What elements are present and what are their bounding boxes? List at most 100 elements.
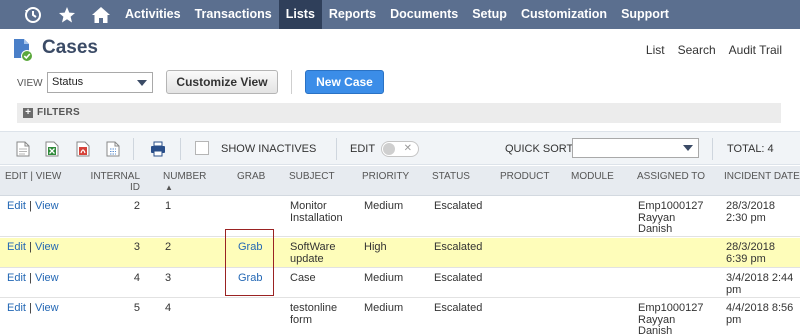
table-header: EDIT | VIEW INTERNAL ID NUMBER ▲ GRAB SU… bbox=[0, 166, 800, 196]
list-link[interactable]: List bbox=[646, 43, 665, 57]
total-count: TOTAL: 4 bbox=[727, 143, 774, 155]
cases-record-icon bbox=[12, 38, 34, 62]
link-separator: | bbox=[29, 302, 32, 314]
table-row: Edit | View 4 3 Grab Case Medium Escalat… bbox=[0, 269, 800, 298]
table-row: Edit | View 2 1 Monitor Installation Med… bbox=[0, 197, 800, 237]
col-number[interactable]: NUMBER bbox=[163, 171, 206, 182]
view-select[interactable]: Status bbox=[47, 72, 153, 93]
export-pdf-icon[interactable] bbox=[76, 141, 90, 157]
new-document-icon[interactable] bbox=[16, 141, 30, 157]
header-links: List Search Audit Trail bbox=[646, 43, 782, 57]
col-status[interactable]: STATUS bbox=[432, 171, 470, 182]
print-icon[interactable] bbox=[150, 141, 166, 157]
new-case-button[interactable]: New Case bbox=[305, 70, 384, 94]
col-module[interactable]: MODULE bbox=[571, 171, 614, 182]
link-separator: | bbox=[29, 241, 32, 253]
incident-date: 4/4/2018 8:56 pm bbox=[726, 302, 794, 326]
view-link[interactable]: View bbox=[35, 241, 59, 253]
col-incident-date[interactable]: INCIDENT DATE bbox=[724, 171, 800, 182]
status: Escalated bbox=[434, 241, 483, 253]
chevron-down-icon bbox=[137, 80, 147, 86]
incident-date: 3/4/2018 2:44 pm bbox=[726, 272, 794, 296]
case-number: 1 bbox=[165, 200, 172, 212]
col-subject[interactable]: SUBJECT bbox=[289, 171, 335, 182]
view-select-value: Status bbox=[52, 76, 84, 88]
quick-sort-label: QUICK SORT bbox=[505, 143, 574, 155]
incident-date: 28/3/2018 6:39 pm bbox=[726, 241, 775, 265]
incident-date: 28/3/2018 2:30 pm bbox=[726, 200, 775, 224]
sort-asc-icon: ▲ bbox=[165, 183, 173, 192]
col-internal-id[interactable]: INTERNAL ID bbox=[90, 171, 140, 193]
status: Escalated bbox=[434, 302, 483, 314]
col-product[interactable]: PRODUCT bbox=[500, 171, 549, 182]
nav-reports[interactable]: Reports bbox=[322, 0, 383, 29]
nav-documents[interactable]: Documents bbox=[383, 0, 465, 29]
row-actions: Edit | View bbox=[7, 200, 59, 213]
col-priority[interactable]: PRIORITY bbox=[362, 171, 409, 182]
case-number: 2 bbox=[165, 241, 172, 253]
assigned-to: Emp1000127 Rayyan Danish bbox=[638, 200, 704, 235]
priority: Medium bbox=[364, 302, 404, 314]
nav-transactions[interactable]: Transactions bbox=[188, 0, 279, 29]
export-csv-icon[interactable] bbox=[106, 141, 120, 157]
view-link[interactable]: View bbox=[35, 272, 59, 284]
view-label: VIEW bbox=[17, 78, 43, 89]
list-toolbar: SHOW INACTIVES EDIT ✕ QUICK SORT TOTAL: … bbox=[0, 131, 800, 165]
expand-plus-icon[interactable]: + bbox=[23, 108, 33, 118]
toggle-knob bbox=[383, 143, 395, 155]
view-link[interactable]: View bbox=[35, 200, 59, 212]
nav-setup[interactable]: Setup bbox=[465, 0, 514, 29]
show-inactives-label: SHOW INACTIVES bbox=[221, 143, 317, 155]
priority: Medium bbox=[364, 200, 404, 212]
quick-sort-select[interactable] bbox=[572, 138, 699, 158]
show-inactives-checkbox[interactable] bbox=[195, 141, 209, 155]
edit-link[interactable]: Edit bbox=[7, 200, 26, 212]
col-edit-view[interactable]: EDIT | VIEW bbox=[5, 171, 61, 182]
chevron-down-icon bbox=[683, 145, 693, 151]
page-title: Cases bbox=[42, 37, 98, 58]
nav-customization[interactable]: Customization bbox=[514, 0, 614, 29]
case-number: 4 bbox=[165, 302, 172, 314]
edit-toggle-label: EDIT bbox=[350, 143, 376, 155]
filters-bar[interactable]: + FILTERS bbox=[17, 103, 781, 123]
toolbar-divider bbox=[712, 138, 713, 160]
link-separator: | bbox=[29, 200, 32, 212]
table-row: Edit | View 5 4 testonline form Medium E… bbox=[0, 299, 800, 336]
internal-id: 3 bbox=[133, 241, 140, 253]
col-assigned-to[interactable]: ASSIGNED TO bbox=[637, 171, 705, 182]
toolbar-divider bbox=[180, 138, 181, 160]
nav-lists[interactable]: Lists bbox=[278, 0, 322, 29]
priority: Medium bbox=[364, 272, 404, 284]
home-icon[interactable] bbox=[84, 0, 118, 29]
priority: High bbox=[364, 241, 387, 253]
subject: Case bbox=[290, 272, 316, 284]
case-number: 3 bbox=[165, 272, 172, 284]
internal-id: 4 bbox=[133, 272, 140, 284]
nav-activities[interactable]: Activities bbox=[118, 0, 188, 29]
toolbar-divider bbox=[133, 138, 134, 160]
search-link[interactable]: Search bbox=[678, 43, 716, 57]
toolbar-divider bbox=[336, 138, 337, 160]
status: Escalated bbox=[434, 272, 483, 284]
row-actions: Edit | View bbox=[7, 272, 59, 285]
view-link[interactable]: View bbox=[35, 302, 59, 314]
nav-support[interactable]: Support bbox=[614, 0, 676, 29]
divider bbox=[291, 70, 292, 94]
close-icon: ✕ bbox=[403, 143, 412, 154]
subject: SoftWare update bbox=[290, 241, 336, 265]
subject: Monitor Installation bbox=[290, 200, 343, 224]
export-excel-icon[interactable] bbox=[45, 141, 59, 157]
filters-label: FILTERS bbox=[37, 107, 81, 118]
top-navigation-bar: Activities Transactions Lists Reports Do… bbox=[0, 0, 800, 29]
edit-toggle[interactable]: ✕ bbox=[381, 141, 419, 157]
customize-view-button[interactable]: Customize View bbox=[166, 70, 278, 94]
edit-link[interactable]: Edit bbox=[7, 302, 26, 314]
edit-link[interactable]: Edit bbox=[7, 272, 26, 284]
star-icon[interactable] bbox=[50, 0, 84, 29]
edit-link[interactable]: Edit bbox=[7, 241, 26, 253]
history-icon[interactable] bbox=[16, 0, 50, 29]
internal-id: 2 bbox=[133, 200, 140, 212]
audit-trail-link[interactable]: Audit Trail bbox=[729, 43, 782, 57]
col-grab[interactable]: GRAB bbox=[237, 171, 265, 182]
status: Escalated bbox=[434, 200, 483, 212]
